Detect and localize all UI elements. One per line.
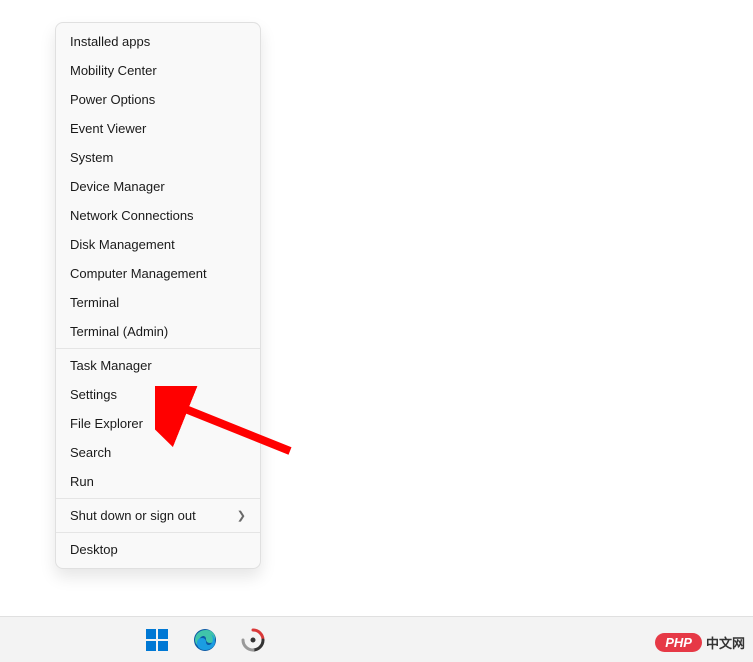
menu-item-device-manager[interactable]: Device Manager (56, 172, 260, 201)
watermark-text: 中文网 (706, 633, 745, 652)
menu-label: Run (70, 474, 94, 489)
watermark: PHP 中文网 (655, 633, 745, 652)
watermark-pill: PHP (655, 633, 702, 652)
chevron-right-icon: ❯ (237, 509, 246, 522)
menu-label: Network Connections (70, 208, 194, 223)
menu-label: Disk Management (70, 237, 175, 252)
menu-label: Shut down or sign out (70, 508, 196, 523)
menu-label: Device Manager (70, 179, 165, 194)
edge-icon (193, 628, 217, 652)
taskbar: PHP 中文网 (0, 616, 753, 662)
menu-label: Mobility Center (70, 63, 157, 78)
windows-start-icon (145, 628, 169, 652)
menu-label: Task Manager (70, 358, 152, 373)
menu-label: Settings (70, 387, 117, 402)
menu-label: Event Viewer (70, 121, 146, 136)
menu-label: Installed apps (70, 34, 150, 49)
app-icon (241, 628, 265, 652)
menu-item-power-options[interactable]: Power Options (56, 85, 260, 114)
menu-item-system[interactable]: System (56, 143, 260, 172)
menu-item-terminal[interactable]: Terminal (56, 288, 260, 317)
menu-item-disk-management[interactable]: Disk Management (56, 230, 260, 259)
menu-item-settings[interactable]: Settings (56, 380, 260, 409)
menu-separator (56, 498, 260, 499)
menu-item-desktop[interactable]: Desktop (56, 535, 260, 564)
menu-label: Search (70, 445, 111, 460)
menu-label: Terminal (70, 295, 119, 310)
menu-item-mobility-center[interactable]: Mobility Center (56, 56, 260, 85)
menu-item-file-explorer[interactable]: File Explorer (56, 409, 260, 438)
menu-label: File Explorer (70, 416, 143, 431)
menu-item-network-connections[interactable]: Network Connections (56, 201, 260, 230)
menu-item-shutdown[interactable]: Shut down or sign out ❯ (56, 501, 260, 530)
app-button[interactable] (234, 621, 272, 659)
menu-item-task-manager[interactable]: Task Manager (56, 351, 260, 380)
menu-item-run[interactable]: Run (56, 467, 260, 496)
menu-label: Power Options (70, 92, 155, 107)
taskbar-apps (138, 621, 272, 659)
menu-label: Desktop (70, 542, 118, 557)
start-button[interactable] (138, 621, 176, 659)
menu-item-search[interactable]: Search (56, 438, 260, 467)
menu-item-computer-management[interactable]: Computer Management (56, 259, 260, 288)
menu-separator (56, 532, 260, 533)
menu-label: Terminal (Admin) (70, 324, 168, 339)
menu-label: Computer Management (70, 266, 207, 281)
menu-item-event-viewer[interactable]: Event Viewer (56, 114, 260, 143)
menu-item-terminal-admin[interactable]: Terminal (Admin) (56, 317, 260, 346)
menu-label: System (70, 150, 113, 165)
menu-separator (56, 348, 260, 349)
winx-context-menu: Installed apps Mobility Center Power Opt… (55, 22, 261, 569)
menu-item-installed-apps[interactable]: Installed apps (56, 27, 260, 56)
edge-button[interactable] (186, 621, 224, 659)
